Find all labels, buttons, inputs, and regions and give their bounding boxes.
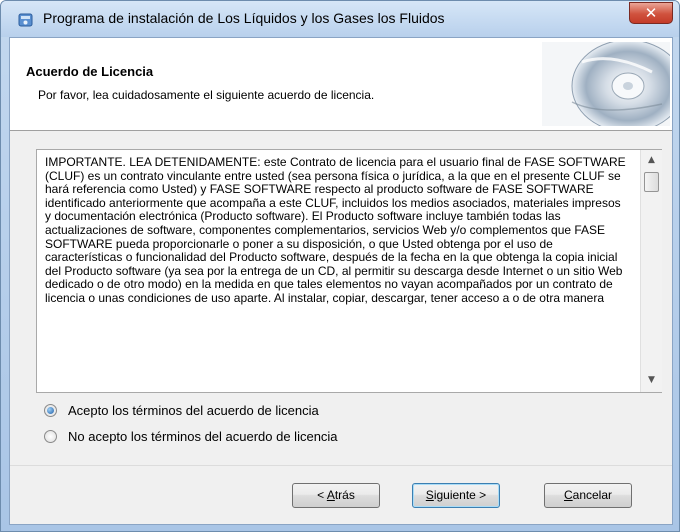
scroll-up-arrow-icon[interactable]: ▲ (641, 152, 662, 168)
license-text-box[interactable]: IMPORTANTE. LEA DETENIDAMENTE: este Cont… (36, 149, 662, 393)
dialog-client-area: Acuerdo de Licencia Por favor, lea cuida… (9, 37, 673, 525)
back-button[interactable]: < Atrás (292, 483, 380, 508)
next-button[interactable]: Siguiente > (412, 483, 500, 508)
back-mnemonic: A (326, 488, 335, 502)
next-mnemonic: S (425, 488, 434, 502)
next-label: iguiente > (433, 488, 487, 502)
accept-radio[interactable] (44, 404, 57, 417)
window-title: Programa de instalación de Los Líquidos … (43, 10, 445, 26)
cd-disc-art (542, 42, 670, 126)
footer-divider (10, 465, 672, 466)
cancel-button[interactable]: Cancelar (544, 483, 632, 508)
cancel-mnemonic: C (563, 488, 573, 502)
back-prefix: < (317, 488, 327, 502)
wizard-header: Acuerdo de Licencia Por favor, lea cuida… (10, 38, 672, 131)
back-label: trás (334, 488, 355, 502)
cancel-label: ancelar (572, 488, 613, 502)
scroll-thumb[interactable] (644, 172, 659, 192)
radio-selected-dot (47, 407, 54, 414)
scroll-down-arrow-icon[interactable]: ▼ (641, 372, 662, 388)
license-text: IMPORTANTE. LEA DETENIDAMENTE: este Cont… (45, 155, 626, 305)
decline-label: No acepto los términos del acuerdo de li… (68, 429, 338, 444)
page-subtitle: Por favor, lea cuidadosamente el siguien… (38, 88, 375, 102)
decline-radio[interactable] (44, 430, 57, 443)
close-button[interactable]: ✕ (629, 2, 673, 24)
accept-label: Acepto los términos del acuerdo de licen… (68, 403, 319, 418)
installer-window: Programa de instalación de Los Líquidos … (0, 0, 680, 532)
vertical-scrollbar[interactable]: ▲ ▼ (640, 150, 662, 392)
page-title: Acuerdo de Licencia (26, 64, 154, 79)
wizard-body: IMPORTANTE. LEA DETENIDAMENTE: este Cont… (10, 131, 672, 524)
close-icon: ✕ (644, 4, 658, 22)
title-bar[interactable]: Programa de instalación de Los Líquidos … (1, 1, 679, 37)
installer-app-icon (18, 13, 33, 27)
